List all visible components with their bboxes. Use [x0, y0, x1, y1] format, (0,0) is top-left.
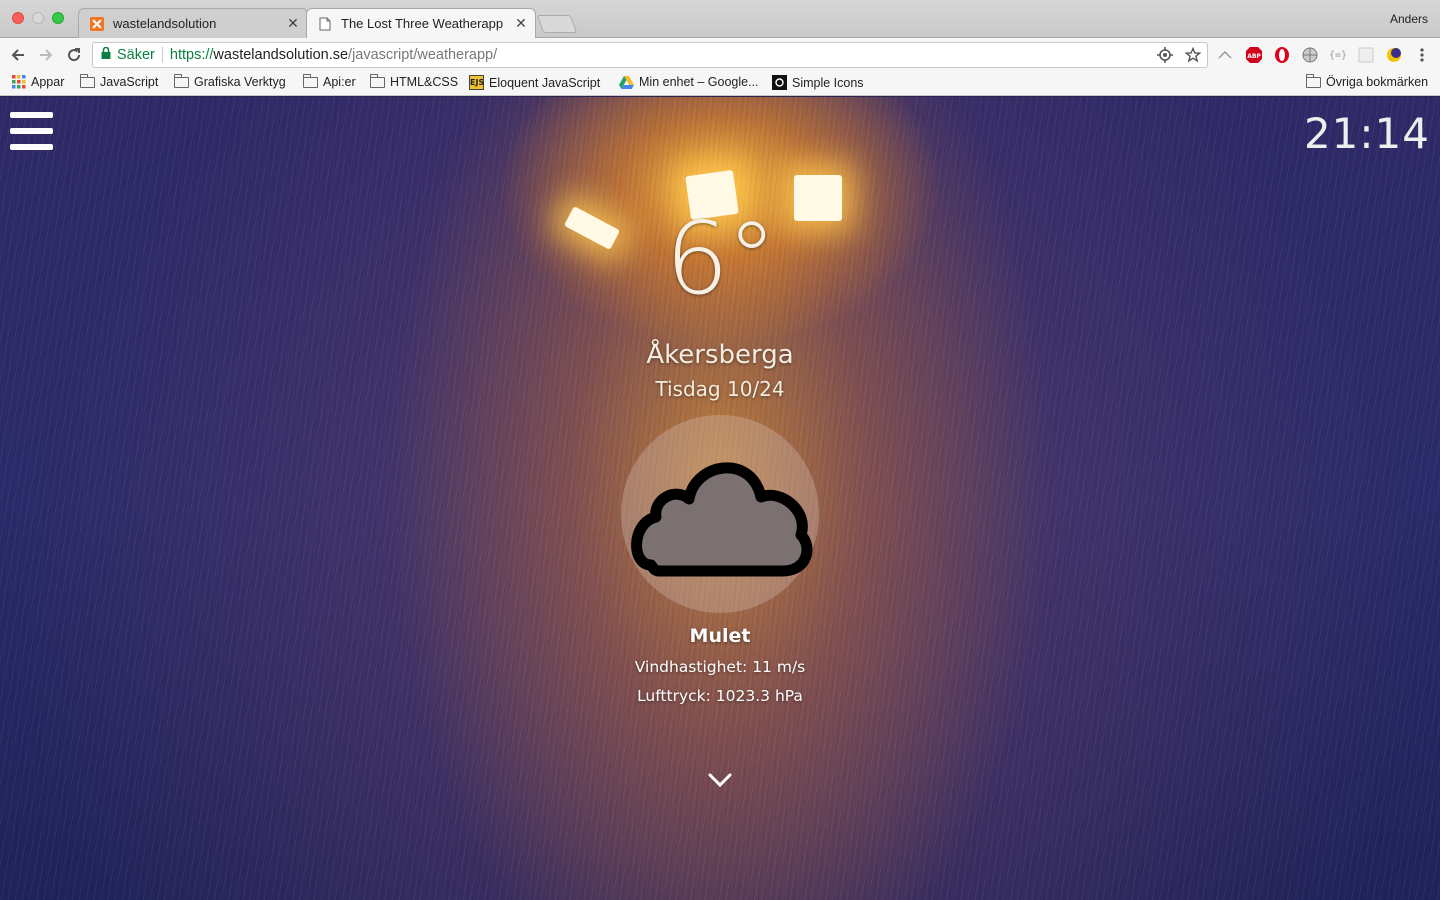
- extension-grid-icon[interactable]: [1357, 46, 1375, 64]
- weather-page: 21:14 6° Åkersberga Tisdag 10/24 Mulet V…: [0, 97, 1440, 900]
- date: Tisdag 10/24: [655, 377, 785, 401]
- folder-icon: [80, 73, 95, 88]
- ejs-icon: EJS: [469, 75, 484, 90]
- google-drive-icon: [619, 75, 634, 89]
- extension-icon[interactable]: [1216, 46, 1234, 64]
- bookmark-label: Min enhet – Google...: [639, 75, 759, 89]
- window-close-button[interactable]: [12, 12, 24, 24]
- bookmark-label: HTML&CSS: [390, 75, 459, 89]
- chevron-down-icon: [708, 773, 732, 788]
- simple-icons-icon: [772, 75, 787, 90]
- browser-tab-bar: wastelandsolution ✕ The Lost Three Weath…: [0, 0, 1440, 38]
- apps-grid-icon: [12, 75, 26, 89]
- bookmark-star-icon[interactable]: [1184, 46, 1202, 67]
- bookmark-folder-grafiska-verktyg[interactable]: Grafiska Verktyg: [174, 73, 286, 89]
- bookmark-apps[interactable]: Appar: [12, 75, 64, 89]
- chrome-menu-icon[interactable]: [1413, 46, 1431, 64]
- json-formatter-icon[interactable]: {=}: [1329, 46, 1347, 64]
- bookmark-folder-html-css[interactable]: HTML&CSS: [370, 73, 459, 89]
- tab-weatherapp[interactable]: The Lost Three Weatherapp ✕: [306, 8, 536, 38]
- moon-extension-icon[interactable]: [1385, 46, 1403, 64]
- tab-label: The Lost Three Weatherapp: [341, 16, 504, 31]
- window-minimize-button[interactable]: [32, 12, 44, 24]
- bookmark-label: Simple Icons: [792, 75, 864, 90]
- reload-button[interactable]: [62, 43, 86, 67]
- folder-icon: [174, 73, 189, 88]
- weather-icon-circle: [621, 415, 819, 613]
- bookmark-label: Eloquent JavaScript: [489, 75, 601, 90]
- scroll-down-button[interactable]: [706, 769, 734, 791]
- xampp-favicon-icon: [89, 16, 105, 32]
- bookmark-label: Grafiska Verktyg: [194, 75, 286, 89]
- bookmark-label: Api:er: [323, 75, 356, 89]
- url-path: /javascript/weatherapp/: [348, 47, 498, 63]
- opera-icon[interactable]: [1273, 46, 1291, 64]
- hamburger-menu-button[interactable]: [10, 112, 54, 150]
- forward-button[interactable]: [34, 43, 58, 67]
- menu-bar: [10, 144, 53, 150]
- secure-label: Säker: [117, 47, 155, 63]
- bookmark-label: Övriga bokmärken: [1326, 75, 1429, 89]
- arrow-left-icon: [11, 49, 24, 61]
- reload-icon: [68, 48, 81, 62]
- tab-wastelandsolution[interactable]: wastelandsolution ✕: [78, 8, 308, 38]
- bookmark-simple-icons[interactable]: Simple Icons: [772, 75, 864, 90]
- address-bar[interactable]: Säker https:// wastelandsolution.se /jav…: [92, 42, 1208, 68]
- bookmark-other-bookmarks[interactable]: Övriga bokmärken: [1306, 73, 1429, 89]
- folder-icon: [303, 73, 318, 88]
- bookmark-label: Appar: [31, 75, 65, 89]
- air-pressure: Lufttryck: 1023.3 hPa: [637, 687, 803, 705]
- bookmark-label: JavaScript: [100, 75, 159, 89]
- close-tab-icon[interactable]: ✕: [511, 15, 531, 32]
- menu-bar: [10, 128, 53, 134]
- new-tab-button[interactable]: [536, 15, 578, 33]
- tab-label: wastelandsolution: [113, 16, 217, 31]
- address-separator: [161, 47, 163, 63]
- folder-icon: [1306, 73, 1321, 88]
- bookmarks-bar: Appar JavaScript Grafiska Verktyg Api:er…: [0, 72, 1440, 96]
- url-host: wastelandsolution.se: [213, 47, 349, 63]
- svg-text:ABP: ABP: [1247, 53, 1261, 60]
- weather-condition: Mulet: [689, 625, 751, 647]
- bookmark-folder-apier[interactable]: Api:er: [303, 73, 356, 89]
- location-target-icon[interactable]: [1157, 47, 1173, 67]
- page-favicon-icon: [317, 16, 333, 32]
- folder-icon: [370, 73, 385, 88]
- bookmark-eloquent-javascript[interactable]: EJS Eloquent JavaScript: [469, 75, 600, 90]
- window-maximize-button[interactable]: [52, 12, 64, 24]
- url-scheme: https://: [169, 47, 214, 63]
- browser-toolbar: Säker https:// wastelandsolution.se /jav…: [0, 38, 1440, 72]
- temperature: 6°: [665, 200, 777, 317]
- back-button[interactable]: [6, 43, 30, 67]
- lock-icon: [101, 46, 111, 63]
- bookmark-google-drive[interactable]: Min enhet – Google...: [619, 75, 759, 89]
- city-name: Åkersberga: [646, 340, 794, 370]
- arrow-right-icon: [40, 49, 53, 61]
- bookmark-folder-javascript[interactable]: JavaScript: [80, 73, 159, 89]
- clock: 21:14: [1303, 109, 1430, 158]
- close-tab-icon[interactable]: ✕: [283, 15, 303, 32]
- cloud-icon: [631, 462, 813, 577]
- adblock-plus-icon[interactable]: ABP: [1245, 46, 1263, 64]
- menu-bar: [10, 112, 53, 118]
- globe-extension-icon[interactable]: [1301, 46, 1319, 64]
- profile-name[interactable]: Anders: [1390, 12, 1428, 26]
- wind-speed: Vindhastighet: 11 m/s: [634, 658, 806, 676]
